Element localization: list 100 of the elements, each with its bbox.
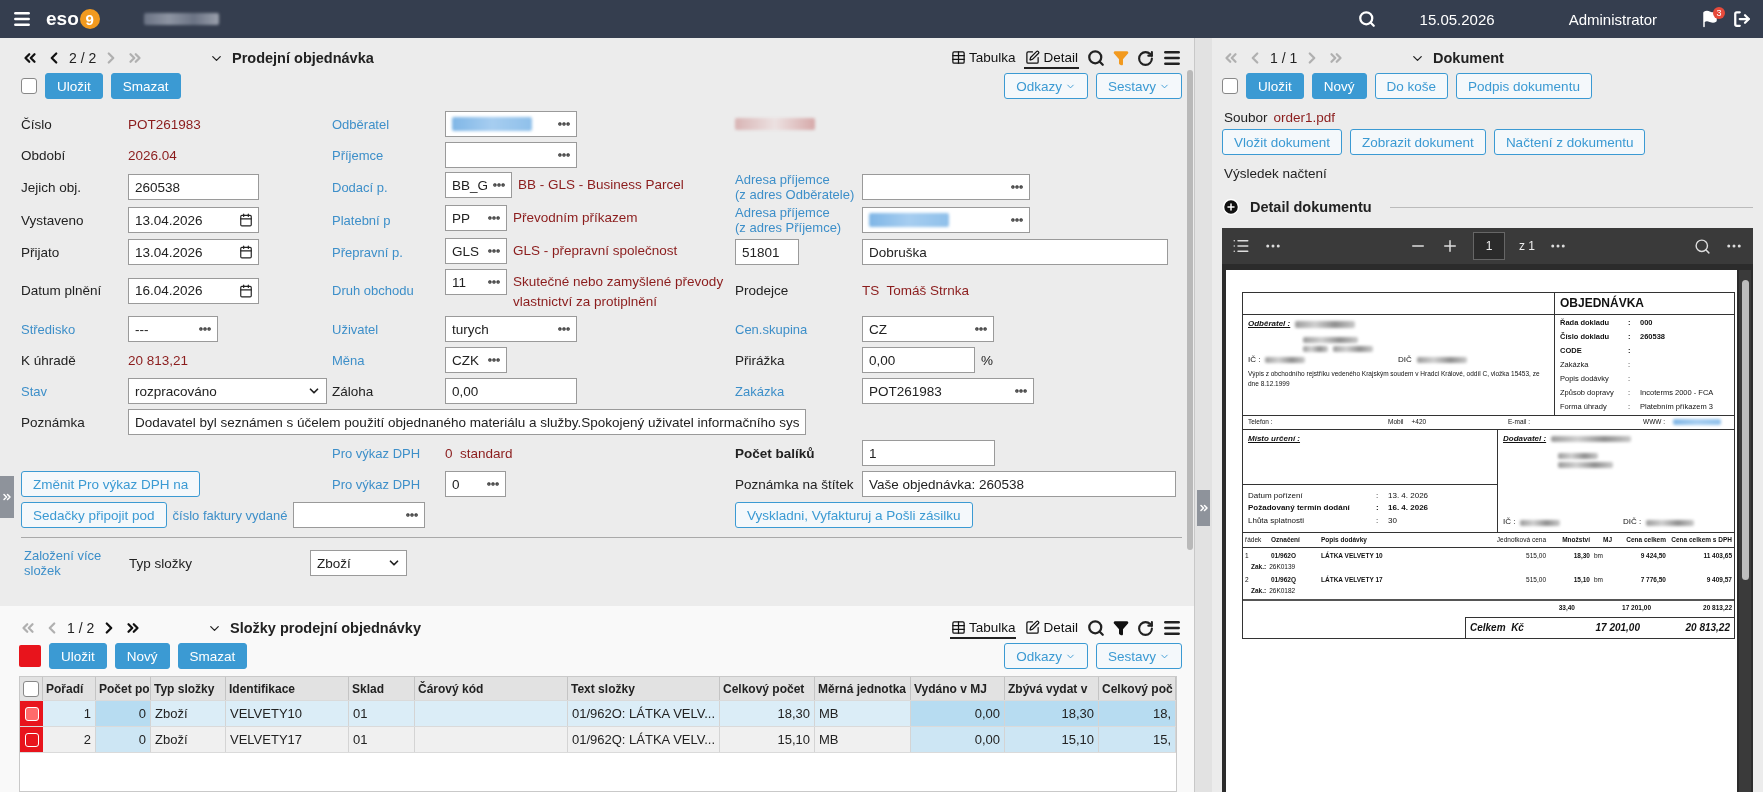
page-number-field[interactable]: 1 <box>1473 232 1505 260</box>
expand-handle[interactable] <box>1197 490 1210 526</box>
view-tab[interactable]: Detail <box>1024 617 1079 639</box>
input-field[interactable]: 0,00 <box>445 378 577 404</box>
column-header[interactable]: Pořadí <box>43 677 96 700</box>
lookup-field[interactable] <box>862 174 1030 200</box>
date-field[interactable]: 13.04.2026 <box>128 239 259 265</box>
column-header[interactable]: Typ složky <box>151 677 226 700</box>
field-value: 20 813,21 <box>128 352 189 368</box>
lookup-field[interactable] <box>445 142 577 168</box>
scrollbar[interactable] <box>1187 70 1193 550</box>
field-label: Poznámka <box>21 414 85 430</box>
section-title: Složky prodejní objednávky <box>230 620 421 636</box>
search-icon[interactable] <box>1087 49 1105 67</box>
lookup-field[interactable]: BB_G <box>445 172 513 198</box>
logout-icon[interactable] <box>1733 10 1751 28</box>
input-field[interactable]: 1 <box>862 440 995 466</box>
menu-icon[interactable] <box>12 9 32 29</box>
column-header[interactable]: Sklad <box>349 677 415 700</box>
input-field[interactable]: Vaše objednávka: 260538 <box>862 471 1176 497</box>
doc-separator: : <box>1376 489 1380 502</box>
lookup-field[interactable]: POT261983 <box>862 378 1034 404</box>
input-field[interactable]: 0,00 <box>862 347 975 373</box>
column-header[interactable]: Čárový kód <box>415 677 568 700</box>
view-tab[interactable]: Tabulka <box>949 47 1017 69</box>
filter-icon[interactable] <box>1113 620 1129 636</box>
table-cell: 01/962O: LÁTKA VELV... <box>568 701 720 726</box>
date-field[interactable]: 13.04.2026 <box>128 207 259 233</box>
column-header[interactable]: Zbývá vydat v <box>1005 677 1099 700</box>
lookup-field[interactable]: PP <box>445 205 507 231</box>
refresh-icon[interactable] <box>1137 619 1154 637</box>
edit-icon <box>1025 619 1041 635</box>
user-name[interactable]: Administrator <box>1568 10 1657 28</box>
field-note: Převodním příkazem <box>513 209 638 227</box>
column-header[interactable]: Identifikace <box>226 677 349 700</box>
doc-label: IČ : <box>1503 516 1516 529</box>
grand-total-label: Celkem Kč <box>1470 621 1525 636</box>
doc-label: Datum pořízení <box>1248 489 1304 502</box>
column-header[interactable]: Text složky <box>568 677 720 700</box>
search-icon[interactable] <box>1694 237 1711 255</box>
field-note: Skutečné nebo zamyšlené převody vlastnictví za protiplnění <box>513 273 725 311</box>
edit-icon <box>1025 49 1041 65</box>
field-value: 2026.04 <box>128 147 177 163</box>
field-note: BB - GLS - Business Parcel <box>518 176 684 194</box>
table-row[interactable]: 2 0 Zboží VELVETY17 01 01/962Q: LÁTKA VELV... 15,10 MB 0,00 15,10 15, <box>20 727 1176 753</box>
lookup-field[interactable]: CZK <box>445 347 507 373</box>
scrollbar[interactable] <box>1739 270 1751 792</box>
search-icon[interactable] <box>1087 619 1105 637</box>
record-checkbox[interactable] <box>1222 78 1238 94</box>
input-field[interactable]: Dobruška <box>862 239 1168 265</box>
search-icon[interactable] <box>1357 10 1376 28</box>
lookup-field[interactable] <box>293 502 426 528</box>
column-header[interactable]: Celkový počet <box>720 677 815 700</box>
outline-icon[interactable] <box>1232 237 1250 255</box>
column-header[interactable]: Celkový poč <box>1099 677 1176 700</box>
lookup-field[interactable] <box>862 207 1030 233</box>
redacted-block <box>1558 462 1613 469</box>
current-date: 15.05.2026 <box>1419 10 1495 28</box>
logo-text: eso <box>46 8 79 30</box>
lookup-field[interactable]: turych <box>445 316 577 342</box>
input-field[interactable]: 51801 <box>735 239 799 265</box>
date-field[interactable]: 16.04.2026 <box>128 277 259 304</box>
column-header[interactable]: Počet po <box>96 677 151 700</box>
column-header[interactable]: Vydáno v MJ <box>911 677 1005 700</box>
row-marker[interactable] <box>20 701 43 726</box>
field-label: Typ složky <box>129 555 194 571</box>
view-tab[interactable]: Detail <box>1024 47 1079 69</box>
expand-icon[interactable] <box>1222 198 1240 216</box>
select-field[interactable]: Zboží <box>310 550 407 576</box>
refresh-icon[interactable] <box>1137 49 1154 67</box>
record-position: 1 / 1 <box>1270 50 1298 66</box>
notification-count: 3 <box>1713 7 1725 19</box>
expand-handle[interactable] <box>0 476 14 518</box>
table-cell: VELVETY17 <box>226 727 349 752</box>
menu-icon[interactable] <box>1162 48 1182 68</box>
field-label: Výsledek načtení <box>1224 165 1327 181</box>
record-checkbox[interactable] <box>21 78 37 94</box>
select-all-checkbox[interactable] <box>23 680 39 697</box>
table-cell: 18,30 <box>1005 701 1099 726</box>
status-marker <box>19 645 41 667</box>
column-header[interactable]: Měrná jednotka <box>815 677 911 700</box>
input-field[interactable]: Dodavatel byl seznámen s účelem použití objednaného materiálu a služby.Spokojený uživatel informačního sys <box>128 409 806 435</box>
flag-icon[interactable] <box>1701 10 1719 28</box>
lookup-field[interactable]: GLS <box>445 238 507 264</box>
view-tab[interactable]: Tabulka <box>949 617 1017 639</box>
lookup-field[interactable] <box>445 111 577 137</box>
select-field[interactable]: rozpracováno <box>128 378 327 404</box>
lookup-field[interactable]: --- <box>128 316 218 342</box>
input-field[interactable]: 260538 <box>128 174 259 200</box>
row-marker[interactable] <box>20 727 43 752</box>
lookup-field[interactable]: 0 <box>445 471 506 497</box>
file-name[interactable]: order1.pdf <box>1273 109 1336 125</box>
record-position: 2 / 2 <box>69 50 97 66</box>
menu-icon[interactable] <box>1162 618 1182 638</box>
lookup-field[interactable]: CZ <box>862 316 994 342</box>
doc-value: 16. 4. 2026 <box>1388 502 1430 515</box>
zoom-in-icon[interactable] <box>1441 237 1459 255</box>
lookup-field[interactable]: 11 <box>445 269 507 295</box>
table-row[interactable]: 1 0 Zboží VELVETY10 01 01/962O: LÁTKA VELV... 18,30 MB 0,00 18,30 18, <box>20 701 1176 727</box>
page-count: z 1 <box>1519 239 1535 253</box>
